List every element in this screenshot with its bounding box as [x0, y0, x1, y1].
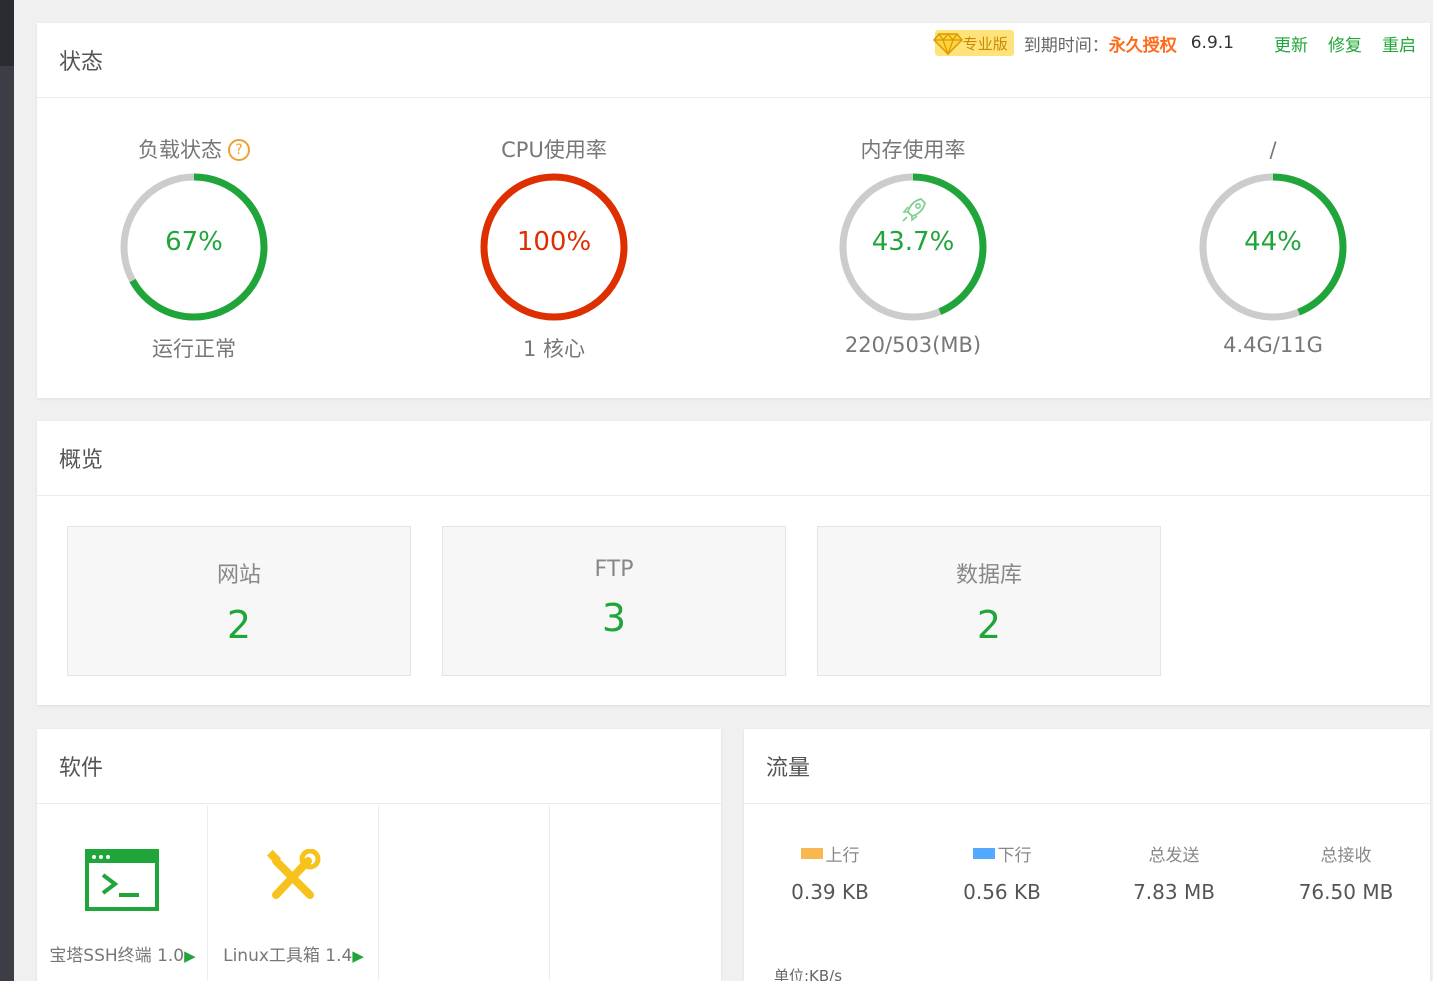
traffic-unit: 单位:KB/s [774, 967, 843, 981]
pro-badge[interactable]: 专业版 [932, 30, 1014, 56]
traffic-label: 下行 [997, 846, 1032, 866]
software-slot-empty [550, 805, 721, 981]
gauge-title: 负载状态 [138, 138, 222, 162]
traffic-panel: 流量 上行 0.39 KB 下行 0.56 KB 总发送 7.83 MB 总接收… [744, 729, 1430, 981]
traffic-value: 76.50 MB [1298, 880, 1394, 904]
pro-badge-label: 专业版 [962, 34, 1008, 53]
gauge-value: 100% [516, 227, 592, 257]
software-panel: 软件 宝塔SSH终端 1.0▶ Linux工具箱 1.4▶ [37, 729, 721, 981]
terminal-icon [85, 849, 159, 911]
software-item-ssh[interactable]: 宝塔SSH终端 1.0▶ [37, 805, 208, 981]
gauge-value: 43.7% [871, 227, 955, 257]
restart-link[interactable]: 重启 [1382, 31, 1416, 56]
database-card[interactable]: 数据库 2 [817, 526, 1161, 676]
gauge-subtitle: 1 核心 [522, 337, 586, 361]
repair-link[interactable]: 修复 [1328, 31, 1362, 56]
software-name: 宝塔SSH终端 1.0 [49, 946, 185, 966]
card-label: 网站 [216, 563, 261, 588]
software-slot-empty [379, 805, 550, 981]
traffic-label: 上行 [825, 846, 860, 866]
upload-swatch [800, 848, 823, 859]
sites-card[interactable]: 网站 2 [67, 526, 411, 676]
sidebar-top [0, 0, 14, 66]
ftp-card[interactable]: FTP 3 [442, 526, 786, 676]
download-swatch [972, 848, 995, 859]
overview-title: 概览 [37, 421, 1430, 496]
play-icon[interactable]: ▶ [184, 947, 196, 965]
card-label: FTP [594, 557, 634, 582]
version-number: 6.9.1 [1190, 33, 1234, 53]
gauge-subtitle: 运行正常 [152, 337, 236, 361]
traffic-value: 0.39 KB [791, 880, 869, 904]
help-icon[interactable]: ? [228, 139, 250, 161]
load-gauge[interactable]: 负载状态 ? 67% 运行正常 [84, 135, 304, 363]
traffic-label: 总接收 [1320, 846, 1372, 866]
card-count: 2 [226, 603, 252, 647]
update-link[interactable]: 更新 [1274, 31, 1308, 56]
total-received: 总接收 76.50 MB [1260, 841, 1432, 904]
gauge-title: / [1269, 138, 1277, 162]
status-panel: 状态 专业版 到期时间： 永久授权 6.9.1 更新 修复 重启 负载状态 ? … [37, 23, 1430, 398]
traffic-value: 0.56 KB [963, 880, 1041, 904]
total-sent: 总发送 7.83 MB [1088, 841, 1260, 904]
gauge-value: 44% [1244, 227, 1302, 257]
expire-value: 永久授权 [1108, 35, 1177, 56]
software-title: 软件 [37, 729, 721, 804]
traffic-value: 7.83 MB [1133, 880, 1215, 904]
gauge-title: CPU使用率 [501, 138, 607, 162]
expire-label: 到期时间： [1023, 35, 1109, 56]
overview-panel: 概览 网站 2 FTP 3 数据库 2 [37, 421, 1430, 705]
software-name: Linux工具箱 1.4 [223, 946, 353, 966]
disk-gauge[interactable]: / 44% 4.4G/11G [1163, 135, 1383, 357]
upload-rate: 上行 0.39 KB [744, 841, 916, 904]
software-grid: 宝塔SSH终端 1.0▶ Linux工具箱 1.4▶ [37, 805, 721, 981]
download-rate: 下行 0.56 KB [916, 841, 1088, 904]
software-item-toolbox[interactable]: Linux工具箱 1.4▶ [208, 805, 379, 981]
diamond-icon [932, 33, 963, 56]
card-count: 3 [601, 596, 627, 640]
cpu-gauge[interactable]: CPU使用率 100% 1 核心 [444, 135, 664, 363]
card-count: 2 [976, 603, 1002, 647]
traffic-label: 总发送 [1148, 846, 1200, 866]
memory-gauge[interactable]: 内存使用率 43.7% 220/503(MB) [803, 135, 1023, 357]
card-label: 数据库 [955, 563, 1022, 588]
sidebar-strip [0, 0, 14, 981]
tools-icon [266, 849, 321, 899]
gauge-title: 内存使用率 [860, 138, 966, 162]
rocket-icon[interactable] [899, 195, 929, 225]
gauge-value: 67% [165, 227, 223, 257]
play-icon[interactable]: ▶ [352, 947, 364, 965]
gauge-subtitle: 4.4G/11G [1223, 333, 1323, 357]
traffic-title: 流量 [744, 729, 1430, 804]
gauge-subtitle: 220/503(MB) [844, 333, 982, 357]
header-info: 专业版 到期时间： 永久授权 6.9.1 更新 修复 重启 [932, 27, 1416, 59]
